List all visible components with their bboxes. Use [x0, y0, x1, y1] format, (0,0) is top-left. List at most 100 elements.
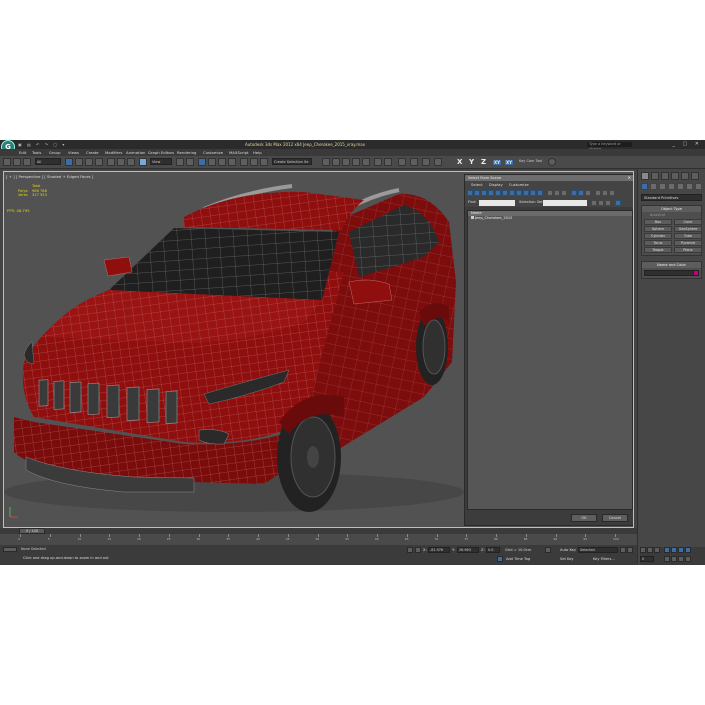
filter-funnel-icon[interactable] — [602, 190, 608, 196]
schematic-view-icon[interactable] — [352, 158, 360, 166]
auto-key-label[interactable]: Auto Key — [560, 548, 576, 552]
dialog-menu-customize[interactable]: Customize — [509, 181, 529, 188]
filter-bones-icon[interactable] — [523, 190, 529, 196]
curve-editor-icon[interactable] — [342, 158, 350, 166]
selection-set-add-icon[interactable] — [591, 200, 597, 206]
go-to-end-icon[interactable] — [654, 547, 660, 553]
cancel-button[interactable]: Cancel — [602, 514, 628, 522]
maxscript-listener-icon[interactable] — [3, 547, 17, 552]
filter-xrefs-icon[interactable] — [516, 190, 522, 196]
align-icon[interactable] — [260, 158, 268, 166]
set-key-label[interactable]: Set Key — [560, 557, 574, 561]
ok-button[interactable]: OK — [571, 514, 597, 522]
cone-button[interactable]: Cone — [674, 219, 702, 225]
mirror-icon[interactable] — [250, 158, 258, 166]
edit-named-selection-icon[interactable] — [240, 158, 248, 166]
current-frame-field[interactable]: 0 — [640, 556, 654, 562]
window-controls[interactable]: _ ▢ ✕ — [672, 141, 702, 147]
object-name-input[interactable] — [644, 270, 699, 276]
bind-space-warp-icon[interactable] — [23, 158, 31, 166]
menu-views[interactable]: Views — [68, 150, 79, 155]
axis-xy-cycle-button[interactable]: XY — [505, 160, 513, 165]
sync-selection-icon[interactable] — [571, 190, 577, 196]
menu-help[interactable]: Help — [253, 150, 262, 155]
tube-button[interactable]: Tube — [674, 233, 702, 239]
next-frame-icon[interactable] — [647, 547, 653, 553]
zoom-all-icon[interactable] — [671, 547, 677, 553]
scene-object-list[interactable]: Name Jeep_Cherokee_2015 — [467, 210, 633, 510]
link-icon[interactable] — [3, 158, 11, 166]
dialog-menu-select[interactable]: Select — [471, 181, 483, 188]
perspective-viewport[interactable]: [ + ] [ Perspective ] [ Shaded + Edged F… — [3, 171, 634, 528]
torus-button[interactable]: Torus — [644, 240, 672, 246]
select-by-name-icon[interactable] — [75, 158, 83, 166]
select-from-scene-dialog[interactable]: Select From Scene ✕ Select Display Customi… — [464, 174, 633, 526]
helpers-icon[interactable] — [677, 183, 684, 190]
menu-customize[interactable]: Customize — [203, 150, 223, 155]
box-button[interactable]: Box — [644, 219, 672, 225]
zoom-extents-icon[interactable] — [678, 547, 684, 553]
keyboard-shortcut-icon[interactable] — [186, 158, 194, 166]
teapot-render-icon[interactable] — [410, 158, 418, 166]
motion-tab-icon[interactable] — [671, 172, 679, 180]
render-setup-icon[interactable] — [374, 158, 382, 166]
selection-set-edit-icon[interactable] — [605, 200, 611, 206]
zoom-icon[interactable] — [664, 547, 670, 553]
rectangle-selection-icon[interactable] — [85, 158, 93, 166]
modify-tab-icon[interactable] — [651, 172, 659, 180]
maximize-viewport-icon[interactable] — [685, 556, 691, 562]
selection-filter-dropdown[interactable]: All — [35, 158, 61, 165]
dialog-menu-display[interactable]: Display — [489, 181, 503, 188]
shapes-icon[interactable] — [650, 183, 657, 190]
utilities-tab-icon[interactable] — [691, 172, 699, 180]
axis-y-button[interactable]: Y — [469, 158, 474, 166]
lights-icon[interactable] — [659, 183, 666, 190]
pin-icon[interactable] — [609, 190, 615, 196]
time-config-icon[interactable] — [545, 547, 551, 553]
quick-access-toolbar[interactable]: ▣ ▤ ↶ ↷ ▢ ▾ — [18, 142, 66, 147]
orbit-icon[interactable] — [678, 556, 684, 562]
select-object-icon[interactable] — [65, 158, 73, 166]
select-and-manipulate-icon[interactable] — [139, 158, 147, 166]
find-input[interactable] — [479, 200, 515, 206]
sphere-button[interactable]: Sphere — [644, 226, 672, 232]
menu-modifiers[interactable]: Modifiers — [105, 150, 122, 155]
menu-graph-editors[interactable]: Graph Editors — [148, 150, 174, 155]
reference-coordinate-dropdown[interactable]: View — [150, 158, 172, 165]
systems-icon[interactable] — [695, 183, 702, 190]
list-item[interactable]: Jeep_Cherokee_2015 — [468, 216, 632, 221]
spinner-snap-icon[interactable] — [228, 158, 236, 166]
layer-manager-icon[interactable] — [322, 158, 330, 166]
display-all-icon[interactable] — [547, 190, 553, 196]
filter-containers-icon[interactable] — [530, 190, 536, 196]
x-coordinate-field[interactable]: -81.976 — [428, 547, 450, 553]
search-input[interactable]: Type a keyword or phrase — [587, 142, 632, 151]
z-coordinate-field[interactable]: 0.0 — [486, 547, 500, 553]
select-children-icon[interactable] — [585, 190, 591, 196]
display-tab-icon[interactable] — [681, 172, 689, 180]
named-selection-dropdown[interactable]: Create Selection Se — [272, 158, 312, 165]
pivot-center-icon[interactable] — [176, 158, 184, 166]
render-production-icon[interactable] — [398, 158, 406, 166]
axis-z-button[interactable]: Z — [481, 158, 486, 166]
axis-xy-button[interactable]: XY — [493, 160, 501, 165]
key-cam-tool-label[interactable]: Key Cam Tool — [518, 158, 546, 165]
selection-set-dropdown[interactable] — [543, 200, 587, 206]
space-warps-icon[interactable] — [686, 183, 693, 190]
name-and-color-header[interactable]: Name and Color — [642, 262, 701, 268]
move-icon[interactable] — [107, 158, 115, 166]
hierarchy-tab-icon[interactable] — [661, 172, 669, 180]
geometry-icon[interactable] — [641, 183, 648, 190]
keycam-icon[interactable] — [548, 158, 556, 166]
menu-create[interactable]: Create — [86, 150, 99, 155]
snaps-toggle-icon[interactable] — [198, 158, 206, 166]
pan-view-icon[interactable] — [671, 556, 677, 562]
display-invert-icon[interactable] — [561, 190, 567, 196]
y-coordinate-field[interactable]: 26.963 — [457, 547, 479, 553]
plane-button[interactable]: Plane — [674, 247, 702, 253]
environment-icon[interactable] — [422, 158, 430, 166]
menu-rendering[interactable]: Rendering — [177, 150, 196, 155]
add-time-tag-label[interactable]: Add Time Tag — [506, 557, 530, 561]
selection-set-remove-icon[interactable] — [598, 200, 604, 206]
filter-helpers-icon[interactable] — [495, 190, 501, 196]
